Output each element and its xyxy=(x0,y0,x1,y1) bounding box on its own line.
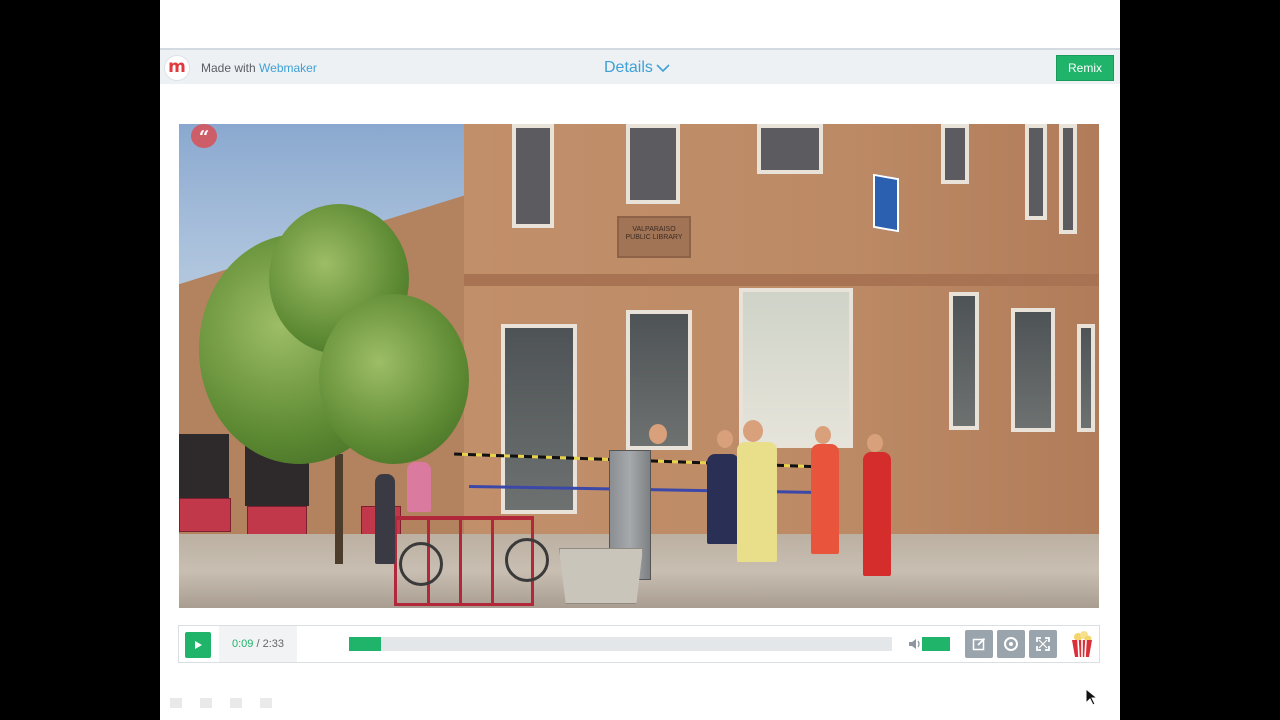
upper-window xyxy=(512,124,554,228)
faint-tool-icon xyxy=(170,698,182,708)
made-with-prefix: Made with xyxy=(201,61,256,75)
person xyxy=(811,444,839,554)
person-head xyxy=(649,424,667,444)
faint-tool-icon xyxy=(200,698,212,708)
faint-tool-icon xyxy=(260,698,272,708)
library-sign-icon xyxy=(873,173,899,233)
lower-window xyxy=(1011,308,1055,432)
fullscreen-icon xyxy=(1036,637,1050,651)
made-with-credit: Made with Webmaker xyxy=(201,61,317,75)
webmaker-logo-icon[interactable]: m xyxy=(164,55,190,81)
upper-window xyxy=(757,124,823,174)
popcorn-icon[interactable] xyxy=(1069,630,1095,658)
bike-wheel xyxy=(399,542,443,586)
person-head xyxy=(815,426,831,444)
share-icon xyxy=(1004,637,1018,651)
lower-window xyxy=(949,292,979,430)
person xyxy=(707,454,739,544)
lower-window xyxy=(1077,324,1095,432)
webmaker-header-bar: m Made with Webmaker Details Remix xyxy=(160,48,1120,84)
webmaker-link[interactable]: Webmaker xyxy=(259,61,317,75)
share-button[interactable] xyxy=(997,630,1025,658)
planter xyxy=(559,548,643,604)
video-frame[interactable]: VALPARAISO PUBLIC LIBRARY “ xyxy=(179,124,1099,608)
quote-icon[interactable]: “ xyxy=(191,124,217,148)
details-label: Details xyxy=(604,59,653,76)
faint-tool-icon xyxy=(230,698,242,708)
progress-fill xyxy=(349,637,382,651)
shop-panel xyxy=(179,498,231,532)
person-head xyxy=(867,434,883,452)
bike-wheel xyxy=(505,538,549,582)
tree-trunk xyxy=(335,454,343,564)
shop-panel xyxy=(247,506,307,536)
rack-bar xyxy=(459,520,462,604)
duration: 2:33 xyxy=(262,638,284,650)
progress-track[interactable] xyxy=(349,637,892,651)
library-plaque: VALPARAISO PUBLIC LIBRARY xyxy=(617,216,691,258)
person-head xyxy=(717,430,733,448)
person xyxy=(737,442,777,562)
time-separator: / xyxy=(253,638,263,650)
time-display: 0:09 / 2:33 xyxy=(219,626,297,662)
current-time: 0:09 xyxy=(231,638,254,650)
edit-icon xyxy=(972,637,986,651)
upper-window xyxy=(941,124,969,184)
chevron-down-icon xyxy=(656,64,670,73)
remix-button[interactable]: Remix xyxy=(1056,55,1114,81)
person xyxy=(375,474,395,564)
mouse-pointer-icon xyxy=(1085,688,1099,706)
person xyxy=(863,452,891,576)
volume-slider[interactable] xyxy=(922,637,950,651)
upper-window xyxy=(1059,124,1077,234)
fullscreen-button[interactable] xyxy=(1029,630,1057,658)
speaker-icon[interactable] xyxy=(907,636,923,652)
faint-toolbar xyxy=(170,698,280,712)
play-button[interactable] xyxy=(185,632,211,658)
upper-window xyxy=(1025,124,1047,220)
upper-window xyxy=(626,124,680,204)
webmaker-page: m Made with Webmaker Details Remix VALPA… xyxy=(160,0,1120,720)
person-head xyxy=(743,420,763,442)
logo-letter: m xyxy=(168,56,186,77)
rack-bar xyxy=(491,520,494,604)
play-icon xyxy=(195,641,202,649)
media-controls: 0:09 / 2:33 xyxy=(178,625,1100,663)
person xyxy=(407,462,431,512)
edit-button[interactable] xyxy=(965,630,993,658)
tree-canopy xyxy=(319,294,469,464)
shop-window xyxy=(179,434,229,498)
details-toggle[interactable]: Details xyxy=(604,59,670,77)
building-ledge xyxy=(464,274,1099,286)
